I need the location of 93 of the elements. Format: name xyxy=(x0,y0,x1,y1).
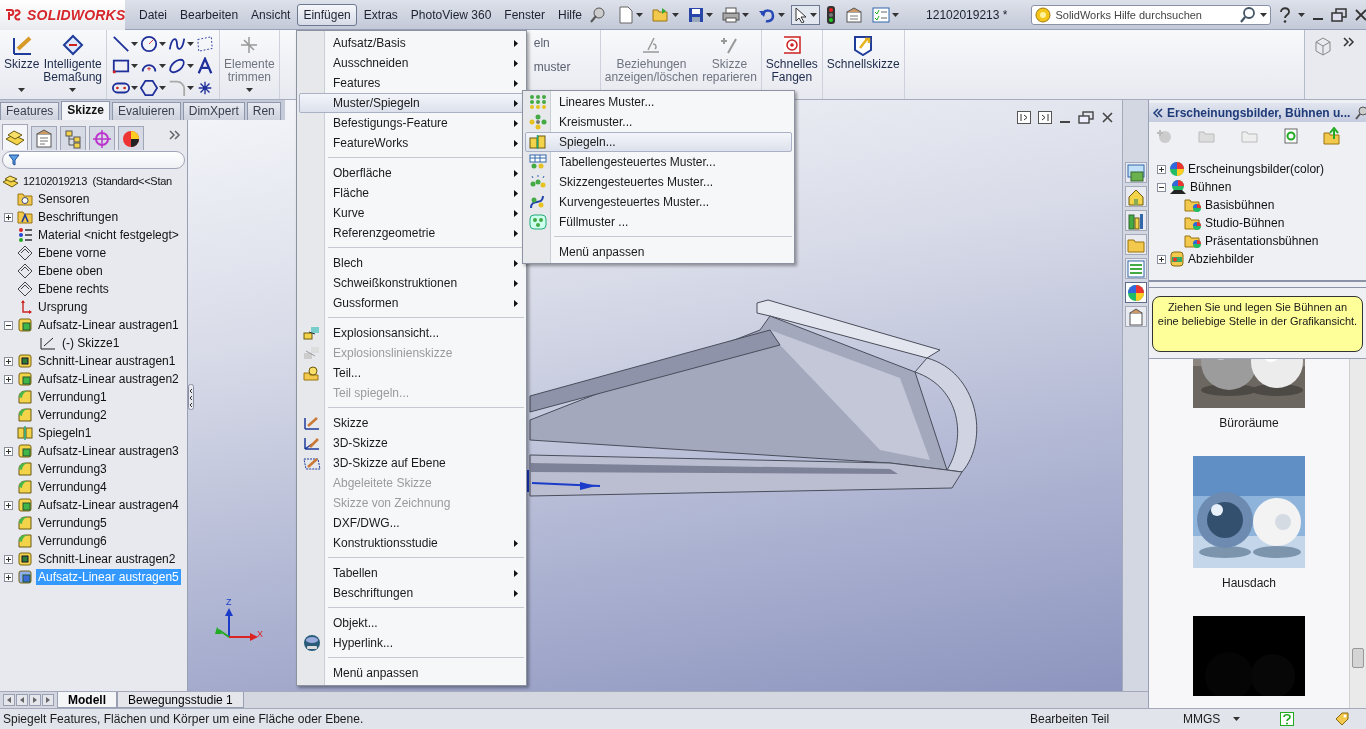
logo-text: SOLIDWORKS xyxy=(27,6,126,23)
menu-item[interactable]: 3D-Skizze xyxy=(299,433,524,453)
tree-item[interactable]: Verrundung6 xyxy=(36,533,109,549)
thumbnail-label: Büroräume xyxy=(1219,416,1279,430)
menu-item[interactable]: Oberfläche xyxy=(299,163,524,183)
hint-text: Ziehen Sie und legen Sie Bühnen an eine beliebige Stelle in der Grafikansicht. xyxy=(1152,296,1363,352)
tree-item[interactable]: Verrundung1 xyxy=(36,389,109,405)
menu-item[interactable]: 3D-Skizze auf Ebene xyxy=(299,453,524,473)
tree-item[interactable]: Ursprung xyxy=(36,299,90,315)
thumbnail-label: Hausdach xyxy=(1221,576,1276,590)
tree-item[interactable]: Material <nicht festgelegt> xyxy=(36,227,181,243)
tab[interactable]: Bewegungsstudie 1 xyxy=(117,692,244,708)
tree-item[interactable]: (-) Skizze1 xyxy=(60,335,122,351)
tree-item[interactable]: Beschriftungen xyxy=(36,209,121,225)
tree-item[interactable]: Ebene vorne xyxy=(36,245,109,261)
axis-label: Z xyxy=(226,597,232,607)
menu[interactable]: Extras xyxy=(357,3,404,26)
tree-item[interactable]: Verrundung5 xyxy=(36,515,109,531)
tree-item[interactable]: Abziehbilder xyxy=(1188,252,1255,266)
status-message: Spiegelt Features, Flächen und Körper um eine Fläche oder Ebene. xyxy=(3,712,365,726)
menu-item[interactable]: Fläche xyxy=(299,183,524,203)
tree-item[interactable]: Basisbühnen xyxy=(1205,198,1275,212)
search-field[interactable]: SolidWorks Hilfe durchsuchen xyxy=(1031,4,1272,25)
tree-item[interactable]: Aufsatz-Linear austragen3 xyxy=(36,443,181,459)
tree-item[interactable]: Sensoren xyxy=(36,191,92,207)
menu-item[interactable]: Füllmuster ... xyxy=(525,212,792,232)
menu[interactable]: Bearbeiten xyxy=(174,3,245,26)
tree-item[interactable]: Erscheinungsbilder(color) xyxy=(1188,162,1325,176)
menu-item[interactable]: Beschriftungen xyxy=(299,583,524,603)
menu-item[interactable]: Tabellengesteuertes Muster... xyxy=(525,152,792,172)
menu-item[interactable]: Kreismuster... xyxy=(525,112,792,132)
menu-item[interactable]: DXF/DWG... xyxy=(299,513,524,533)
menu-item[interactable]: Skizzengesteuertes Muster... xyxy=(525,172,792,192)
units-label[interactable]: MMGS xyxy=(1183,712,1233,726)
tree-item[interactable]: Aufsatz-Linear austragen1 xyxy=(36,317,181,333)
tab[interactable]: Skizze xyxy=(61,101,111,120)
menu-item[interactable]: Aufsatz/Basis xyxy=(299,33,524,53)
tree-item[interactable]: Aufsatz-Linear austragen2 xyxy=(36,371,181,387)
ribbon-label[interactable]: eln xyxy=(533,36,600,50)
menu-item[interactable]: Skizze xyxy=(299,413,524,433)
tree-item[interactable]: Ebene rechts xyxy=(36,281,111,297)
tab[interactable]: Ren xyxy=(246,102,281,120)
search-input[interactable]: SolidWorks Hilfe durchsuchen xyxy=(1055,8,1237,21)
tree-item[interactable]: Präsentationsbühnen xyxy=(1205,234,1319,248)
menu-item[interactable]: Ausschneiden xyxy=(299,53,524,73)
tab[interactable]: DimXpert xyxy=(182,102,245,120)
menu[interactable]: Hilfe xyxy=(552,3,589,26)
axis-label: X xyxy=(257,629,263,639)
menu-item[interactable]: Befestigungs-Feature xyxy=(299,113,524,133)
tree-item[interactable]: Spiegeln1 xyxy=(36,425,94,441)
tree-item[interactable]: Bühnen xyxy=(1190,180,1232,194)
tree-item[interactable]: Studio-Bühnen xyxy=(1205,216,1285,230)
menu-item[interactable]: Schweißkonstruktionen xyxy=(299,273,524,293)
menu-item[interactable]: Kurve xyxy=(299,203,524,223)
menu[interactable]: Ansicht xyxy=(245,3,297,26)
tree-item[interactable]: 12102019213 (Standard<<Stan xyxy=(21,174,174,188)
menu-item[interactable]: Blech xyxy=(299,253,524,273)
menu-item[interactable]: Objekt... xyxy=(299,613,524,633)
menu-item[interactable]: Kurvengesteuertes Muster... xyxy=(525,192,792,212)
ribbon-button[interactable]: Intelligente Bemaßung xyxy=(41,30,105,98)
tree-item[interactable]: Aufsatz-Linear austragen4 xyxy=(36,497,181,513)
menu-item[interactable]: Menü anpassen xyxy=(299,663,524,683)
tab[interactable]: Evaluieren xyxy=(112,102,181,120)
menu-item[interactable]: Referenzgeometrie xyxy=(299,223,524,243)
tree-item[interactable]: Schnitt-Linear austragen2 xyxy=(36,551,178,567)
menu-item[interactable]: FeatureWorks xyxy=(299,133,524,153)
ribbon-button[interactable]: Schnellskizze xyxy=(824,30,902,98)
tree-item[interactable]: Schnitt-Linear austragen1 xyxy=(36,353,178,369)
menu-item[interactable]: Konstruktionsstudie xyxy=(299,533,524,553)
tree-item[interactable]: Verrundung2 xyxy=(36,407,109,423)
menu-item[interactable]: Tabellen xyxy=(299,563,524,583)
menu[interactable]: Fenster xyxy=(498,3,551,26)
tree-item[interactable]: Ebene oben xyxy=(36,263,105,279)
menu-item[interactable]: Gussformen xyxy=(299,293,524,313)
menu[interactable]: Einfügen xyxy=(297,3,357,26)
ribbon-button[interactable]: Skizze xyxy=(2,30,42,98)
menu-item[interactable]: Muster/Spiegeln xyxy=(299,93,524,113)
panel-title: Erscheinungsbilder, Bühnen u... xyxy=(1167,105,1351,120)
tab[interactable]: Modell xyxy=(57,692,117,708)
menu-item[interactable]: Hyperlink... xyxy=(299,633,524,653)
ribbon-label[interactable]: muster xyxy=(533,60,600,74)
menu-item[interactable]: Teil... xyxy=(299,363,524,383)
menu-item[interactable]: Menü anpassen xyxy=(525,242,792,262)
menu-item[interactable]: Explosionsansicht... xyxy=(299,323,524,343)
status-mode: Bearbeiten Teil xyxy=(1030,712,1111,726)
menu[interactable]: Datei xyxy=(133,3,173,26)
menu[interactable]: PhotoView 360 xyxy=(404,3,498,26)
document-title: 12102019213 * xyxy=(926,7,1008,22)
menu-item[interactable]: Features xyxy=(299,73,524,93)
tree-item[interactable]: Verrundung4 xyxy=(36,479,109,495)
menu-item[interactable]: Spiegeln... xyxy=(525,132,792,152)
tab[interactable]: Features xyxy=(0,102,60,120)
tree-item[interactable]: Verrundung3 xyxy=(36,461,109,477)
